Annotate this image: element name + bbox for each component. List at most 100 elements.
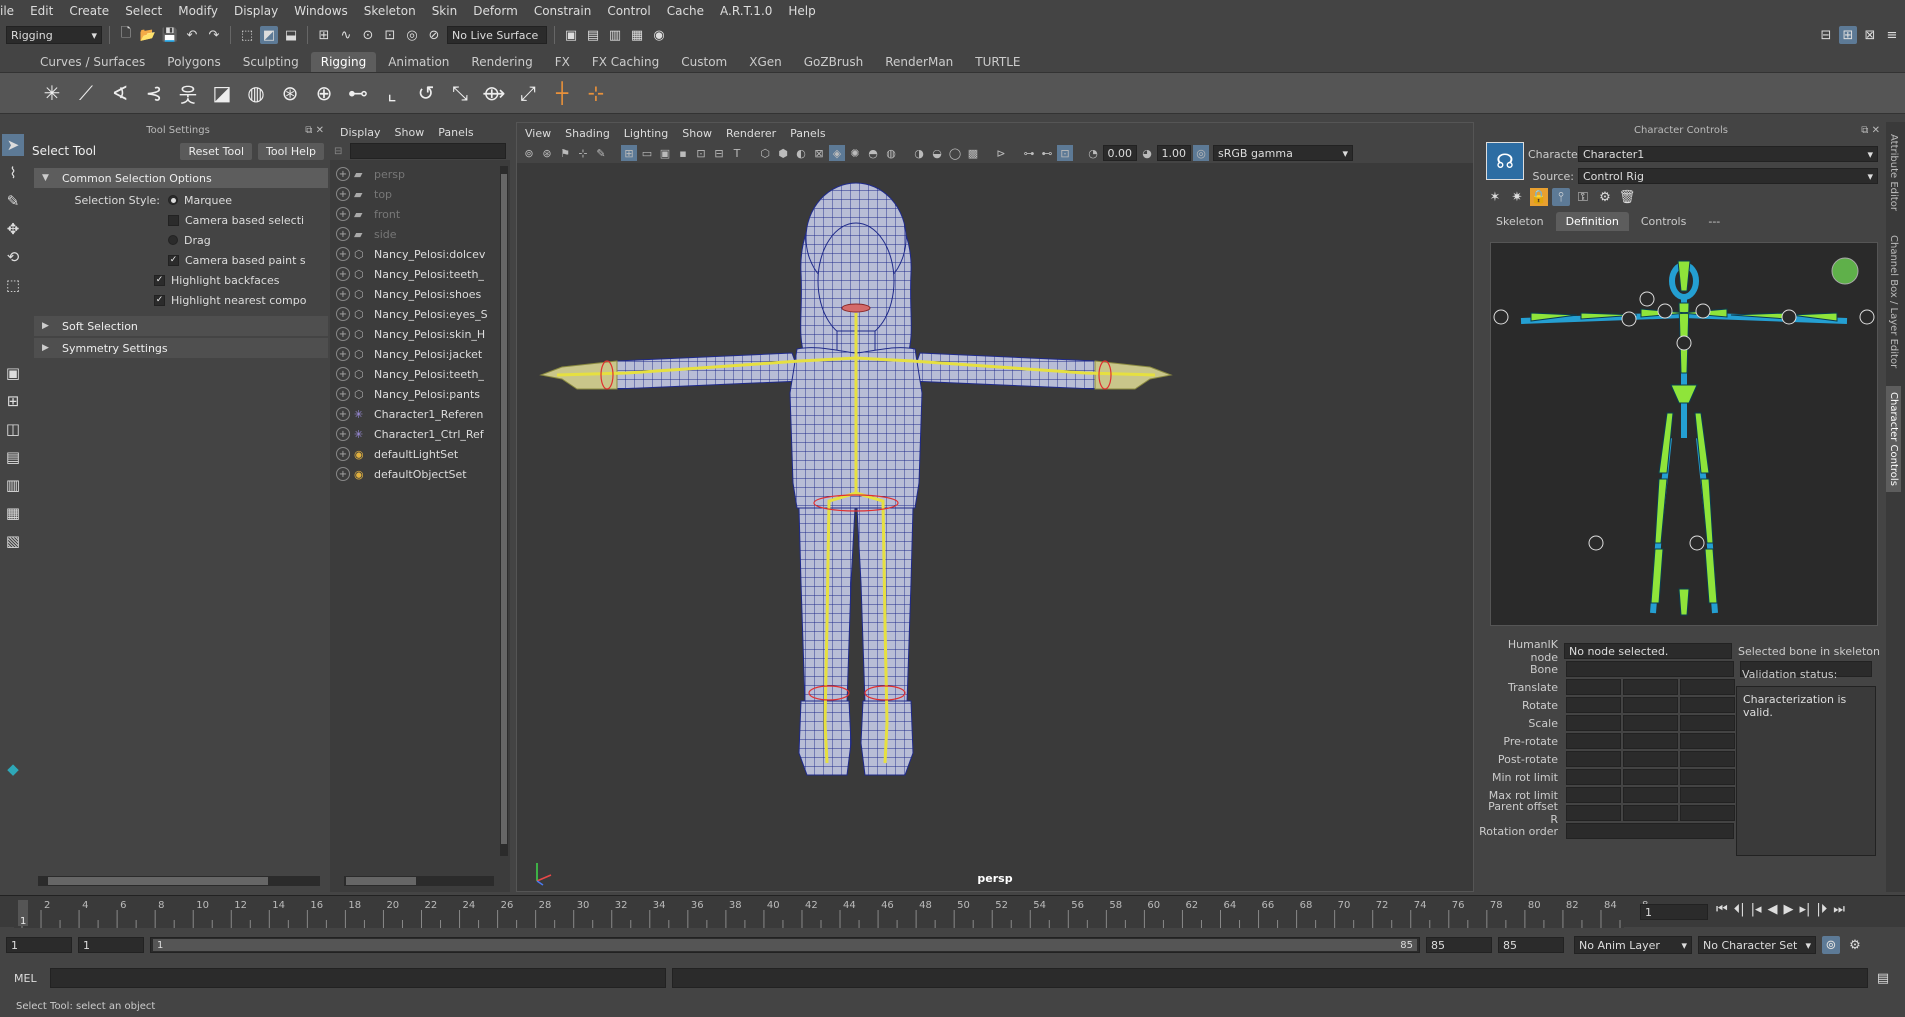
expand-icon[interactable]: +	[336, 307, 350, 321]
shelf-tab-curves-surfaces[interactable]: Curves / Surfaces	[30, 52, 156, 72]
outliner-search-input[interactable]	[350, 143, 506, 159]
bone-value-field[interactable]	[1623, 679, 1678, 695]
bone-value-field[interactable]	[1566, 805, 1621, 821]
select-hierarchy-icon[interactable]: ⬚	[238, 26, 256, 44]
field-chart-icon[interactable]: ⊡	[693, 145, 709, 161]
outliner-item[interactable]: + ⬡ Nancy_Pelosi:teeth_	[330, 264, 510, 284]
locator-icon[interactable]: ┼	[548, 79, 576, 107]
live-surface-field[interactable]: No Live Surface	[447, 26, 547, 44]
bone-value-field[interactable]	[1680, 805, 1735, 821]
timeline-ruler[interactable]: 2 4 6 8 10 12 14 16 18 20 22 24 26 28 30 32 34 36 38 40 42 44…	[14, 896, 1654, 928]
select-component-icon[interactable]: ⬓	[282, 26, 300, 44]
menu-constrain[interactable]: Constrain	[526, 4, 600, 18]
image-plane-icon[interactable]: ⊹	[575, 145, 591, 161]
menu-modify[interactable]: Modify	[170, 4, 226, 18]
xray-joints-icon[interactable]: ⊶	[1021, 145, 1037, 161]
ik-handle-icon[interactable]: ⟋	[72, 79, 100, 107]
outliner-item[interactable]: + ⬡ Nancy_Pelosi:jacket	[330, 344, 510, 364]
bone-value-field[interactable]	[1680, 679, 1735, 695]
constraint-point-icon[interactable]: ⊷	[344, 79, 372, 107]
layout-graph-icon[interactable]: ▥	[2, 474, 24, 496]
expand-icon[interactable]: +	[336, 467, 350, 481]
menu-deform[interactable]: Deform	[465, 4, 526, 18]
bind-skin-icon[interactable]: ⊰	[140, 79, 168, 107]
playback-end-field[interactable]: 85	[1426, 937, 1492, 953]
motion-blur-icon[interactable]: ◑	[911, 145, 927, 161]
viewport-menu-show[interactable]: Show	[682, 127, 712, 140]
expand-icon[interactable]: +	[336, 207, 350, 221]
horizontal-scrollbar[interactable]	[344, 876, 494, 886]
constraint-orient-icon[interactable]: ↺	[412, 79, 440, 107]
shelf-tab-fx-caching[interactable]: FX Caching	[581, 52, 670, 72]
menu-cache[interactable]: Cache	[659, 4, 712, 18]
lock-icon[interactable]: 🔒	[1530, 188, 1548, 206]
sidebar-toggle-icon[interactable]: ≡	[1883, 26, 1901, 44]
textured-icon[interactable]: ⊠	[811, 145, 827, 161]
expand-icon[interactable]: +	[336, 227, 350, 241]
expand-icon[interactable]: +	[336, 287, 350, 301]
menu-windows[interactable]: Windows	[286, 4, 356, 18]
menu-a-r-t-1-0[interactable]: A.R.T.1.0	[712, 4, 780, 18]
range-slider[interactable]: 1 85	[150, 937, 1420, 953]
outliner-menu-show[interactable]: Show	[395, 126, 425, 139]
lasso-tool-icon[interactable]: ⌇	[2, 162, 24, 184]
expand-icon[interactable]: +	[336, 247, 350, 261]
step-forward-key-icon[interactable]: |⏵	[1816, 902, 1827, 917]
rotate-tool-icon[interactable]: ⟲	[2, 246, 24, 268]
shelf-tab-xgen[interactable]: XGen	[739, 52, 792, 72]
lattice-icon[interactable]: ◍	[242, 79, 270, 107]
viewport-canvas[interactable]	[517, 163, 1473, 891]
paint-select-icon[interactable]: ✎	[2, 190, 24, 212]
camera-attr-icon[interactable]: ⊛	[539, 145, 555, 161]
close-icon[interactable]: ⧉ ✕	[305, 125, 324, 136]
common-selection-header[interactable]: ▼ Common Selection Options	[34, 168, 328, 188]
menu-skeleton[interactable]: Skeleton	[356, 4, 424, 18]
gate-mask-icon[interactable]: ▪	[675, 145, 691, 161]
outliner-item[interactable]: + ⬡ Nancy_Pelosi:pants	[330, 384, 510, 404]
symmetry-settings-header[interactable]: ▶ Symmetry Settings	[34, 338, 328, 358]
bone-value-field[interactable]	[1680, 733, 1735, 749]
bone-value-field[interactable]	[1566, 769, 1621, 785]
playback-start-field[interactable]: 1	[78, 937, 144, 953]
xray-active-icon[interactable]: ⊷	[1039, 145, 1055, 161]
cluster-icon[interactable]: ⊛	[276, 79, 304, 107]
camera-based-selection-checkbox[interactable]	[168, 214, 179, 226]
vertical-scrollbar[interactable]	[500, 166, 508, 856]
layout-two-icon[interactable]: ◫	[2, 418, 24, 440]
bone-value-field[interactable]	[1566, 751, 1621, 767]
shelf-tab-polygons[interactable]: Polygons	[157, 52, 231, 72]
bone-value-field[interactable]	[1680, 715, 1735, 731]
character-set-dropdown[interactable]: No Character Set ▾	[1698, 936, 1816, 954]
locator-constraint-icon[interactable]: ⊹	[582, 79, 610, 107]
expand-icon[interactable]: +	[336, 187, 350, 201]
bone-value-field[interactable]	[1680, 751, 1735, 767]
step-back-key-icon[interactable]: ⏴|	[1734, 902, 1745, 917]
hik-settings-icon[interactable]: ⚙	[1596, 188, 1614, 206]
grid-icon[interactable]: ⊞	[621, 145, 637, 161]
shelf-tab-renderman[interactable]: RenderMan	[875, 52, 964, 72]
marquee-radio[interactable]	[168, 195, 178, 205]
snap-curve-icon[interactable]: ∿	[337, 26, 355, 44]
go-to-end-icon[interactable]: ⏭	[1833, 902, 1845, 917]
exposure-icon[interactable]: ◔	[1085, 145, 1101, 161]
bone-value-field[interactable]	[1566, 787, 1621, 803]
depth-of-field-icon[interactable]: ◯	[947, 145, 963, 161]
go-to-start-icon[interactable]: ⏮	[1716, 902, 1728, 917]
anim-layer-dropdown[interactable]: No Anim Layer ▾	[1574, 936, 1692, 954]
full-body-icon[interactable]: ✶	[1486, 188, 1504, 206]
bone-value-field[interactable]	[1566, 823, 1734, 839]
soft-selection-header[interactable]: ▶ Soft Selection	[34, 316, 328, 336]
new-scene-icon[interactable]: 🗋	[117, 26, 135, 44]
move-tool-icon[interactable]: ✥	[2, 218, 24, 240]
horizontal-scrollbar[interactable]	[38, 876, 320, 886]
joint-tool-icon[interactable]: ✳	[38, 79, 66, 107]
hik-tab-skeleton[interactable]: Skeleton	[1486, 212, 1554, 231]
highlight-nearest-checkbox[interactable]: ✓	[154, 294, 165, 306]
character-dropdown[interactable]: Character1 ▾	[1578, 146, 1878, 162]
auto-key-icon[interactable]: ⊚	[1822, 936, 1840, 954]
expand-icon[interactable]: +	[336, 447, 350, 461]
scrollbar-thumb[interactable]	[48, 877, 268, 885]
exposure-field[interactable]: 0.00	[1103, 145, 1137, 161]
safe-action-icon[interactable]: ⊟	[711, 145, 727, 161]
viewport-menu-shading[interactable]: Shading	[565, 127, 610, 140]
